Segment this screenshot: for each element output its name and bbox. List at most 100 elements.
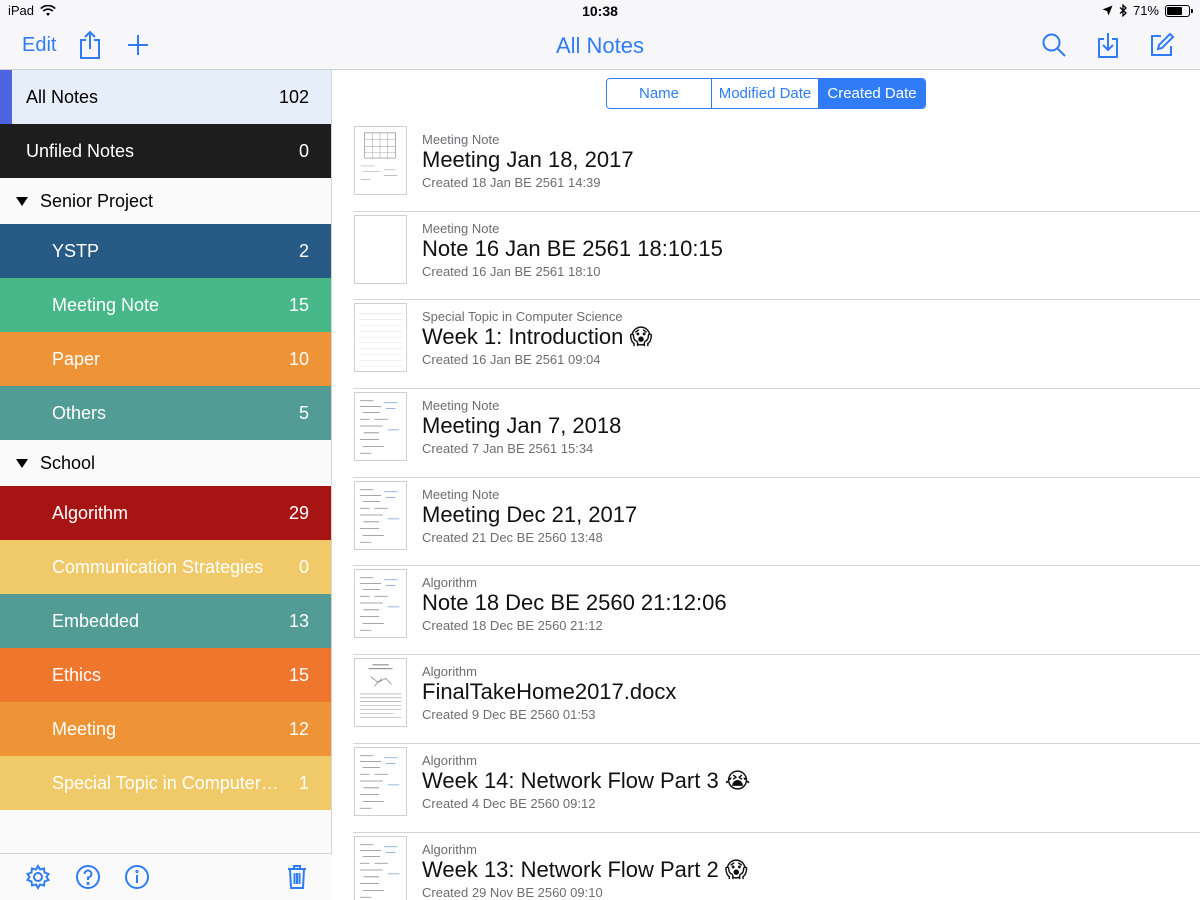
battery-fill	[1167, 6, 1182, 15]
note-row[interactable]: Meeting Note Note 16 Jan BE 2561 18:10:1…	[353, 212, 1200, 301]
gear-icon[interactable]	[24, 862, 52, 892]
sidebar-item-count: 2	[298, 240, 309, 261]
page-title: All Notes	[555, 33, 645, 58]
page-sketch	[359, 843, 400, 898]
note-created-date: Created 7 Jan BE 2561 15:34	[422, 441, 594, 457]
page-sketch	[355, 216, 406, 283]
sidebar-item-algorithm[interactable]: Algorithm 29	[0, 486, 331, 540]
plus-icon[interactable]	[124, 30, 152, 60]
note-thumbnail	[354, 303, 407, 373]
group-senior-project[interactable]: Senior Project	[0, 178, 331, 224]
help-icon[interactable]	[74, 862, 102, 892]
note-row[interactable]: Algorithm Week 14: Network Flow Part 3 😭…	[353, 744, 1200, 833]
note-row[interactable]: Algorithm Week 13: Network Flow Part 2 😱…	[353, 833, 1200, 900]
sidebar-item-count: 29	[288, 502, 309, 523]
sidebar-item-label: Paper	[52, 348, 101, 369]
trash-icon[interactable]	[283, 862, 311, 892]
sidebar-item-others[interactable]: Others 5	[0, 386, 331, 440]
page-sketch	[360, 132, 398, 180]
note-created-date: Created 16 Jan BE 2561 18:10	[422, 263, 601, 279]
sidebar-item-label: Communication Strategies	[52, 556, 264, 577]
note-category: Algorithm	[422, 841, 477, 857]
sidebar-item-count: 12	[288, 718, 309, 739]
note-thumbnail	[354, 835, 407, 900]
sort-name-segment[interactable]: Name	[607, 79, 712, 108]
sidebar-item-ethics[interactable]: Ethics 15	[0, 648, 331, 702]
share-icon[interactable]	[76, 30, 104, 60]
sidebar-item-ystp[interactable]: YSTP 2	[0, 224, 331, 278]
note-created-date: Created 9 Dec BE 2560 01:53	[422, 707, 596, 723]
navigation-bar: Edit All Notes	[0, 22, 1200, 70]
note-title: Week 13: Network Flow Part 2 😱	[422, 856, 748, 882]
page-sketch	[359, 664, 402, 718]
note-title: FinalTakeHome2017.docx	[422, 679, 677, 705]
sidebar-item-label: All Notes	[26, 86, 99, 107]
notes-list: Meeting Note Meeting Jan 18, 2017 Create…	[353, 123, 1200, 900]
sidebar-item-label: Meeting Note	[52, 294, 160, 315]
sidebar-item-label: Special Topic in Computer…	[52, 772, 279, 793]
note-title: Note 16 Jan BE 2561 18:10:15	[422, 235, 723, 261]
sidebar-item-count: 102	[278, 86, 309, 107]
group-school[interactable]: School	[0, 440, 331, 486]
sidebar-item-count: 15	[288, 664, 309, 685]
note-title: Week 14: Network Flow Part 3 😭	[422, 767, 751, 793]
note-created-date: Created 4 Dec BE 2560 09:12	[422, 795, 596, 811]
disclosure-triangle-icon[interactable]	[16, 196, 28, 206]
note-thumbnail	[354, 480, 407, 550]
note-created-date: Created 16 Jan BE 2561 09:04	[422, 352, 601, 368]
note-title: Meeting Jan 18, 2017	[422, 147, 634, 172]
compose-icon[interactable]	[1148, 30, 1176, 60]
note-category: Special Topic in Computer Science	[422, 309, 623, 325]
note-thumbnail	[354, 569, 407, 639]
note-category: Meeting Note	[422, 220, 500, 236]
sidebar-item-label: Algorithm	[52, 502, 129, 523]
sidebar-item-count: 13	[288, 610, 309, 631]
sidebar-toolbar	[0, 853, 332, 900]
sidebar-item-unfiled-notes[interactable]: Unfiled Notes 0	[0, 124, 331, 178]
edit-button[interactable]: Edit	[22, 34, 56, 57]
disclosure-triangle-icon[interactable]	[16, 458, 28, 468]
battery-icon	[1165, 4, 1193, 17]
note-category: Meeting Note	[422, 132, 500, 147]
note-category: Algorithm	[422, 664, 477, 680]
note-category: Algorithm	[422, 575, 477, 591]
page-sketch	[359, 489, 400, 543]
note-row[interactable]: Algorithm Note 18 Dec BE 2560 21:12:06 C…	[353, 566, 1200, 656]
note-created-date: Created 21 Dec BE 2560 13:48	[422, 529, 603, 545]
sidebar-item-communication-strategies[interactable]: Communication Strategies 0	[0, 540, 331, 594]
sidebar-item-meeting-note[interactable]: Meeting Note 15	[0, 278, 331, 332]
sidebar-item-label: Meeting	[52, 718, 117, 739]
info-icon[interactable]	[123, 862, 151, 892]
search-icon[interactable]	[1040, 30, 1068, 60]
note-created-date: Created 29 Nov BE 2560 09:10	[422, 884, 603, 900]
clock: 10:38	[582, 3, 618, 19]
sidebar-item-meeting[interactable]: Meeting 12	[0, 702, 331, 756]
sidebar-item-embedded[interactable]: Embedded 13	[0, 594, 331, 648]
note-row[interactable]: Algorithm FinalTakeHome2017.docx Created…	[353, 655, 1200, 744]
sidebar-item-special-topic[interactable]: Special Topic in Computer… 1	[0, 756, 331, 810]
sidebar-item-count: 15	[288, 294, 309, 315]
note-title: Meeting Jan 7, 2018	[422, 413, 622, 439]
note-row[interactable]: Meeting Note Meeting Dec 21, 2017 Create…	[353, 478, 1200, 567]
note-row[interactable]: Special Topic in Computer Science Week 1…	[353, 300, 1200, 390]
note-row[interactable]: Meeting Note Meeting Jan 7, 2018 Created…	[353, 389, 1200, 478]
notes-panel: Name Modified Date Created Date Meeting …	[333, 70, 1200, 900]
download-icon[interactable]	[1094, 30, 1122, 60]
note-category: Meeting Note	[422, 486, 500, 502]
sidebar: All Notes 102 Unfiled Notes 0 Senior Pro…	[0, 70, 332, 900]
page-sketch	[359, 400, 400, 454]
sidebar-item-all-notes[interactable]: All Notes 102	[0, 70, 331, 124]
sort-modified-date-segment[interactable]: Modified Date	[712, 79, 819, 108]
note-thumbnail	[354, 214, 407, 284]
sidebar-item-label: YSTP	[52, 240, 100, 261]
sort-created-date-segment[interactable]: Created Date	[819, 79, 925, 108]
status-bar: iPad 10:38 71%	[0, 0, 1200, 22]
sidebar-item-paper[interactable]: Paper 10	[0, 332, 331, 386]
sort-segmented-control: Name Modified Date Created Date	[606, 78, 926, 109]
note-title: Note 18 Dec BE 2560 21:12:06	[422, 590, 727, 616]
sidebar-item-count: 10	[288, 348, 309, 369]
sidebar-item-label: Others	[52, 402, 107, 423]
note-row[interactable]: Meeting Note Meeting Jan 18, 2017 Create…	[353, 123, 1200, 212]
note-title: Week 1: Introduction 😱	[422, 324, 653, 350]
sidebar-item-label: Embedded	[52, 610, 140, 631]
